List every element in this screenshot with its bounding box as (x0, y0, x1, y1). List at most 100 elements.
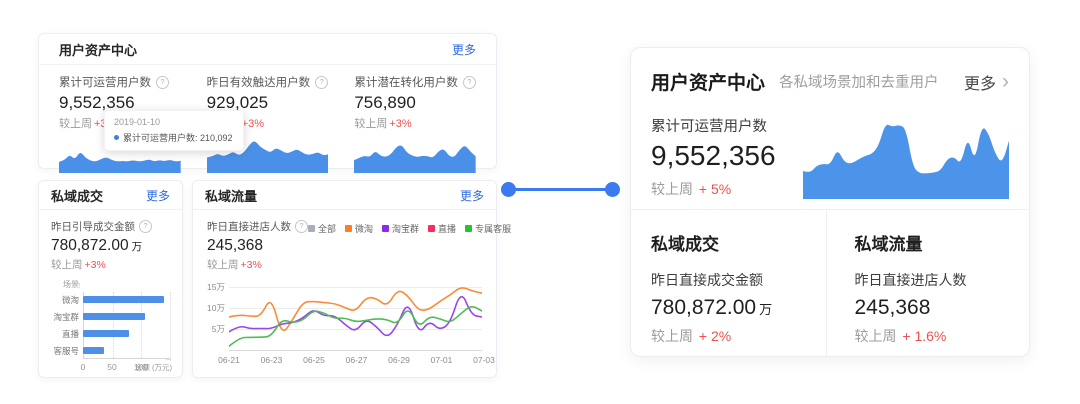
bar[interactable] (83, 347, 104, 354)
connector-line (508, 188, 612, 191)
bar-row: 淘宝群 (51, 308, 170, 325)
bar-plot: ↑→微淘淘宝群直播客服号 (51, 291, 170, 359)
more-link[interactable]: 更多 (146, 187, 170, 204)
private-traffic-card: 私域流量 更多 昨日直接进店人数 ? 245,368 较上周+3% 全部 微淘 (192, 180, 497, 378)
legend-chip-icon (308, 225, 315, 232)
x-tick-label: 07-03 (473, 355, 495, 365)
dashboard-canvas: 用户资产中心 更多 累计可运营用户数 ? 9,552,356 较上周+3% 昨日… (0, 0, 1080, 404)
help-icon[interactable]: ? (139, 220, 152, 233)
legend-chip-icon (382, 225, 389, 232)
legend-chip-icon (345, 225, 352, 232)
legend-item-weitao[interactable]: 微淘 (345, 222, 373, 235)
bar[interactable] (83, 330, 129, 337)
x-axis-labels: 050100金额 (万元) (83, 359, 170, 373)
asset-detail-card: 用户资产中心 各私域场景加和去重用户 更多 › 累计可运营用户数 9,552,3… (630, 47, 1030, 357)
bar-track (83, 296, 170, 303)
x-tick-label: 06-25 (303, 355, 325, 365)
metric-delta: 较上周+3% (51, 257, 170, 272)
help-icon[interactable]: ? (156, 76, 169, 89)
user-asset-overview-card: 用户资产中心 更多 累计可运营用户数 ? 9,552,356 较上周+3% 昨日… (38, 33, 497, 169)
x-tick-label: 06-27 (346, 355, 368, 365)
private-deal-card: 私域成交 更多 昨日引导成交金额 ? 780,872.00万 较上周+3% 场景… (38, 180, 183, 378)
legend-item-zhibo[interactable]: 直播 (428, 222, 456, 235)
metric-label: 昨日直接进店人数 (855, 270, 1010, 290)
metric-label: 昨日直接成交金额 (651, 270, 806, 290)
bar-track (83, 347, 170, 354)
chart-tooltip: 2019-01-10 累计可运营用户数: 210,092 (104, 110, 244, 151)
y-axis-arrow-icon: ↑ (77, 281, 82, 290)
bar-category-label: 客服号 (51, 345, 79, 357)
metric-label: 累计可运营用户数 (59, 74, 151, 90)
card-title: 私域流量 (205, 186, 257, 205)
chevron-right-icon: › (1002, 75, 1009, 89)
bar-track (83, 313, 170, 320)
legend-item-all[interactable]: 全部 (308, 222, 336, 235)
plot-area[interactable] (229, 278, 482, 351)
metric-value: 756,890 (354, 93, 476, 113)
deal-bar-chart[interactable]: 场景↑→微淘淘宝群直播客服号050100金额 (万元) (51, 279, 170, 373)
x-tick-label: 06-21 (218, 355, 240, 365)
bar[interactable] (83, 296, 164, 303)
metric-value: 780,872.00万 (651, 296, 806, 320)
card-header: 用户资产中心 更多 (39, 34, 496, 65)
metric-delta: 较上周+3% (207, 257, 308, 272)
more-link[interactable]: 更多 › (964, 70, 1009, 94)
legend-item-kefu[interactable]: 专属客服 (465, 222, 511, 235)
metric-value: 245,368 (207, 237, 308, 255)
x-axis-labels: 06-2106-2306-2506-2706-2907-0107-03 (229, 351, 484, 366)
help-icon[interactable]: ? (315, 76, 328, 89)
chart-legend: 全部 微淘 淘宝群 直播 专属客服 (308, 222, 511, 235)
bar-row: 客服号 (51, 342, 170, 359)
card-header: 用户资产中心 各私域场景加和去重用户 更多 › (631, 48, 1029, 95)
card-title: 用户资产中心 (651, 68, 765, 95)
bar-category-label: 淘宝群 (51, 311, 79, 323)
metric-potential-users: 累计潜在转化用户数 ? 756,890 较上周+3% (354, 74, 476, 173)
metric-delta: 较上周 + 5% (651, 179, 799, 199)
bar-track (83, 330, 170, 337)
metric-value: 780,872.00万 (51, 237, 170, 255)
traffic-line-chart[interactable]: 15万10万5万06-2106-2306-2506-2706-2907-0107… (207, 278, 482, 366)
unit-label: 万 (132, 241, 143, 253)
metric-operable-users: 累计可运营用户数 9,552,356 较上周 + 5% (651, 115, 799, 199)
line-chart-body: 15万10万5万 (207, 278, 482, 351)
card-title: 私域成交 (51, 186, 103, 205)
bar-row: 直播 (51, 325, 170, 342)
bar-category-label: 直播 (51, 328, 79, 340)
metric-delta: 较上周 + 1.6% (855, 326, 1010, 346)
more-link[interactable]: 更多 (460, 187, 484, 204)
legend-chip-icon (428, 225, 435, 232)
legend-item-taobaoqun[interactable]: 淘宝群 (382, 222, 419, 235)
unit-label: 万 (759, 302, 772, 317)
help-icon[interactable]: ? (463, 76, 476, 89)
help-icon[interactable]: ? (295, 220, 308, 233)
metric-value: 9,552,356 (651, 140, 799, 172)
metric-label: 昨日直接进店人数 (207, 219, 291, 234)
connector-dot-right (605, 182, 620, 197)
series-dot-icon (114, 135, 119, 140)
x-axis-title: 金额 (万元) (135, 362, 172, 373)
metric-label: 昨日引导成交金额 (51, 219, 135, 234)
y-tick-label: 15万 (207, 282, 225, 292)
bar-category-label: 微淘 (51, 294, 79, 306)
x-tick-label: 0 (81, 362, 86, 372)
tooltip-date: 2019-01-10 (114, 117, 234, 127)
card-header: 私域成交 更多 (39, 181, 182, 210)
card-subtitle: 各私域场景加和去重用户 (779, 71, 964, 92)
section-private-deal: 私域成交 昨日直接成交金额 780,872.00万 较上周 + 2% (631, 210, 826, 356)
gridline (170, 292, 171, 358)
metric-label: 昨日有效触达用户数 (207, 74, 311, 90)
metric-label: 累计可运营用户数 (651, 115, 799, 136)
section-title: 私域流量 (855, 230, 1010, 255)
bar-row: 微淘 (51, 291, 170, 308)
card-title: 用户资产中心 (59, 40, 137, 59)
bar[interactable] (83, 313, 145, 320)
metric-delta: 较上周 + 2% (651, 326, 806, 346)
main-metric-section: 累计可运营用户数 9,552,356 较上周 + 5% (631, 95, 1029, 199)
more-link[interactable]: 更多 (452, 41, 476, 58)
y-axis-title: 场景 (51, 279, 79, 291)
asset-area-chart[interactable] (803, 119, 1009, 199)
sparkline-chart[interactable] (354, 136, 476, 173)
card-header: 私域流量 更多 (193, 181, 496, 210)
metric-label: 累计潜在转化用户数 (354, 74, 458, 90)
x-tick-label: 07-01 (431, 355, 453, 365)
